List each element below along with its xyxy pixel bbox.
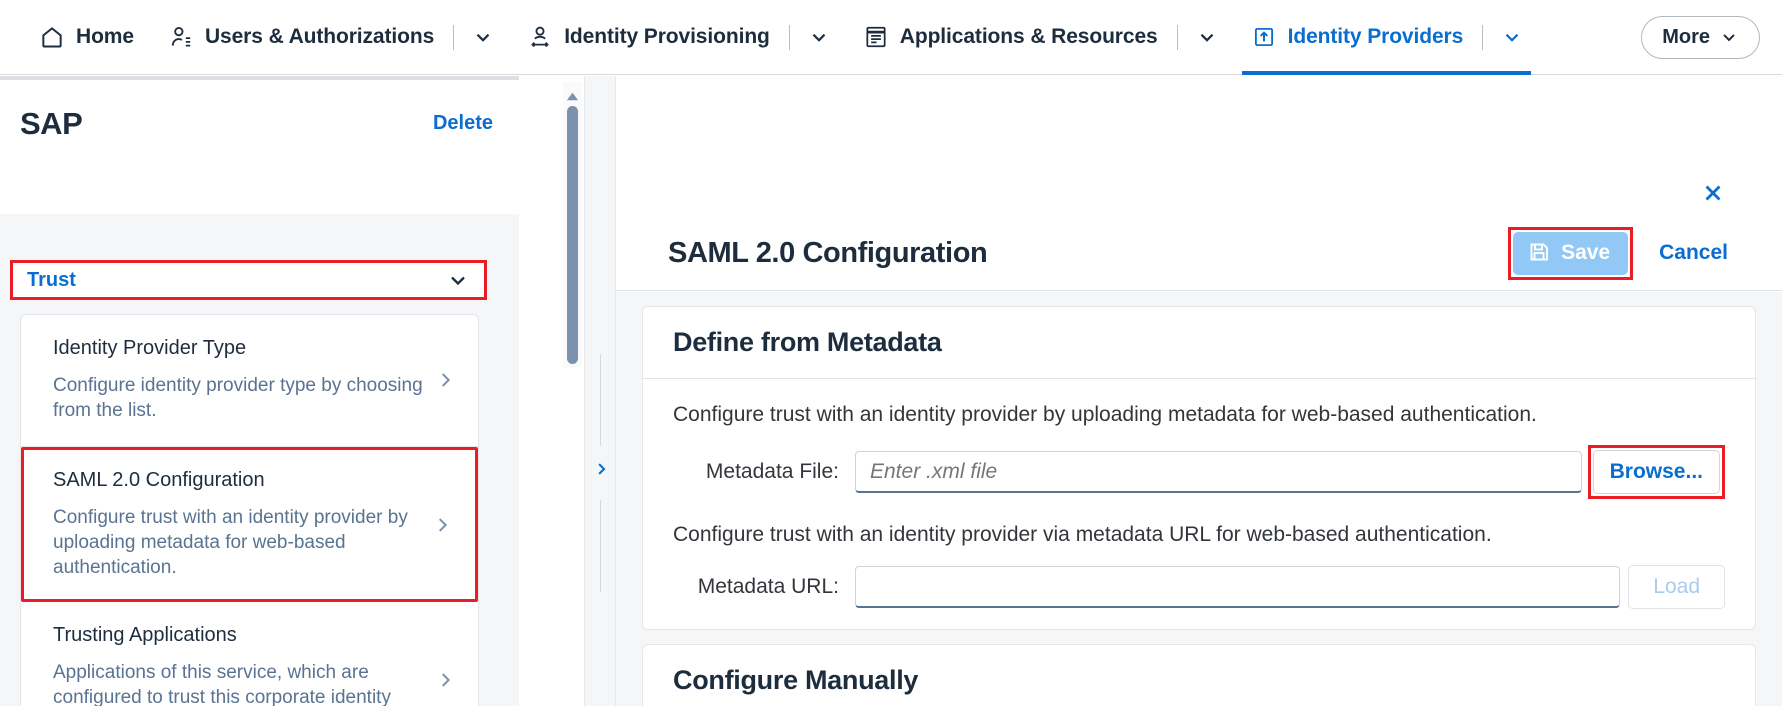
metadata-file-input[interactable] <box>855 451 1582 493</box>
applications-icon <box>863 24 889 50</box>
splitter-expand-chevron-icon[interactable] <box>592 460 610 478</box>
save-icon <box>1527 240 1551 267</box>
sidebar-header: SAP Delete <box>0 80 519 214</box>
nav-label-identity-providers: Identity Providers <box>1288 25 1464 49</box>
metadata-url-input[interactable] <box>855 566 1620 608</box>
nav-label-users-authorizations: Users & Authorizations <box>205 25 434 49</box>
chevron-right-icon <box>434 369 456 391</box>
load-button[interactable]: Load <box>1628 565 1725 609</box>
more-menu-label: More <box>1662 26 1710 49</box>
chevron-down-icon <box>446 268 470 292</box>
nav-caret-identity-provisioning[interactable] <box>792 0 846 75</box>
saml-configuration-panel: SAML 2.0 Configuration Save Cancel <box>616 76 1782 706</box>
trust-section-label: Trust <box>27 269 76 292</box>
configure-manually-heading: Configure Manually <box>643 645 1755 706</box>
list-item-description: Configure identity provider type by choo… <box>53 374 428 424</box>
metadata-file-row: Metadata File: Browse... <box>643 427 1755 499</box>
configure-manually-card: Configure Manually <box>642 644 1756 706</box>
chevron-right-icon <box>431 514 453 536</box>
nav-label-identity-provisioning: Identity Provisioning <box>564 25 770 49</box>
list-item-identity-provider-type[interactable]: Identity Provider Type Configure identit… <box>21 315 478 447</box>
define-from-metadata-heading: Define from Metadata <box>643 307 1755 379</box>
nav-separator <box>1177 25 1178 50</box>
metadata-url-description: Configure trust with an identity provide… <box>643 499 1755 547</box>
nav-active-underline-identity-providers <box>1242 71 1532 75</box>
nav-group-users: Users & Authorizations <box>151 0 510 75</box>
trust-section-selector[interactable]: Trust <box>10 260 487 300</box>
nav-item-identity-providers[interactable]: Identity Providers <box>1234 0 1481 75</box>
define-from-metadata-card: Define from Metadata Configure trust wit… <box>642 306 1756 630</box>
nav-caret-applications-resources[interactable] <box>1180 0 1234 75</box>
splitter-line-bottom <box>600 500 601 592</box>
nav-label-home: Home <box>76 25 134 49</box>
trust-settings-list: Identity Provider Type Configure identit… <box>20 314 479 706</box>
cancel-button[interactable]: Cancel <box>1653 233 1734 273</box>
metadata-url-row: Metadata URL: Load <box>643 547 1755 609</box>
nav-item-users-authorizations[interactable]: Users & Authorizations <box>151 0 451 75</box>
splitter-line-top <box>600 354 601 446</box>
detail-actions: Save Cancel <box>1508 227 1734 280</box>
metadata-file-description: Configure trust with an identity provide… <box>643 379 1755 427</box>
delete-link[interactable]: Delete <box>433 112 493 135</box>
detail-body: Define from Metadata Configure trust wit… <box>616 292 1782 706</box>
list-item-trusting-applications[interactable]: Trusting Applications Applications of th… <box>21 602 478 706</box>
nav-label-applications-resources: Applications & Resources <box>900 25 1158 49</box>
scroll-up-arrow-icon[interactable] <box>566 88 579 106</box>
nav-item-applications-resources[interactable]: Applications & Resources <box>846 0 1175 75</box>
list-item-title: SAML 2.0 Configuration <box>53 469 425 492</box>
sidebar-scrollbar[interactable] <box>563 82 582 368</box>
list-item-title: Identity Provider Type <box>53 337 428 360</box>
browse-button-highlight: Browse... <box>1588 445 1725 499</box>
save-button-label: Save <box>1561 241 1610 265</box>
nav-separator <box>1482 25 1483 50</box>
browse-button[interactable]: Browse... <box>1593 450 1720 494</box>
more-menu-button[interactable]: More <box>1641 16 1760 59</box>
save-button[interactable]: Save <box>1513 232 1628 275</box>
metadata-url-label: Metadata URL: <box>673 575 855 599</box>
nav-group-applications-resources: Applications & Resources <box>846 0 1234 75</box>
nav-group-home: Home <box>22 0 151 75</box>
list-item-saml-2-0-configuration[interactable]: SAML 2.0 Configuration Configure trust w… <box>21 447 478 603</box>
nav-separator <box>789 25 790 50</box>
identity-providers-icon <box>1251 24 1277 50</box>
nav-item-identity-provisioning[interactable]: Identity Provisioning <box>510 0 787 75</box>
list-item-title: Trusting Applications <box>53 624 428 647</box>
top-navigation-bar: Home Users & Authorizations <box>0 0 1782 75</box>
save-button-highlight: Save <box>1508 227 1633 280</box>
nav-group-identity-providers: Identity Providers <box>1234 0 1540 75</box>
home-icon <box>39 24 65 50</box>
provisioning-icon <box>527 24 553 50</box>
close-icon[interactable] <box>1696 176 1730 210</box>
list-item-description: Configure trust with an identity provide… <box>53 506 425 581</box>
nav-separator <box>453 25 454 50</box>
users-icon <box>168 24 194 50</box>
identity-provider-sidebar: SAP Delete Trust Identity Provider Type … <box>0 76 519 706</box>
list-item-description: Applications of this service, which are … <box>53 661 428 706</box>
metadata-file-label: Metadata File: <box>673 460 855 484</box>
nav-group-identity-provisioning: Identity Provisioning <box>510 0 846 75</box>
detail-title: SAML 2.0 Configuration <box>668 237 987 270</box>
chevron-right-icon <box>434 669 456 691</box>
panel-splitter[interactable] <box>584 76 616 706</box>
nav-item-home[interactable]: Home <box>22 0 151 75</box>
nav-caret-identity-providers[interactable] <box>1485 0 1539 75</box>
nav-caret-users-authorizations[interactable] <box>456 0 510 75</box>
page-title: SAP <box>20 106 491 142</box>
scrollbar-thumb[interactable] <box>567 106 578 364</box>
detail-header: SAML 2.0 Configuration Save Cancel <box>616 216 1782 291</box>
